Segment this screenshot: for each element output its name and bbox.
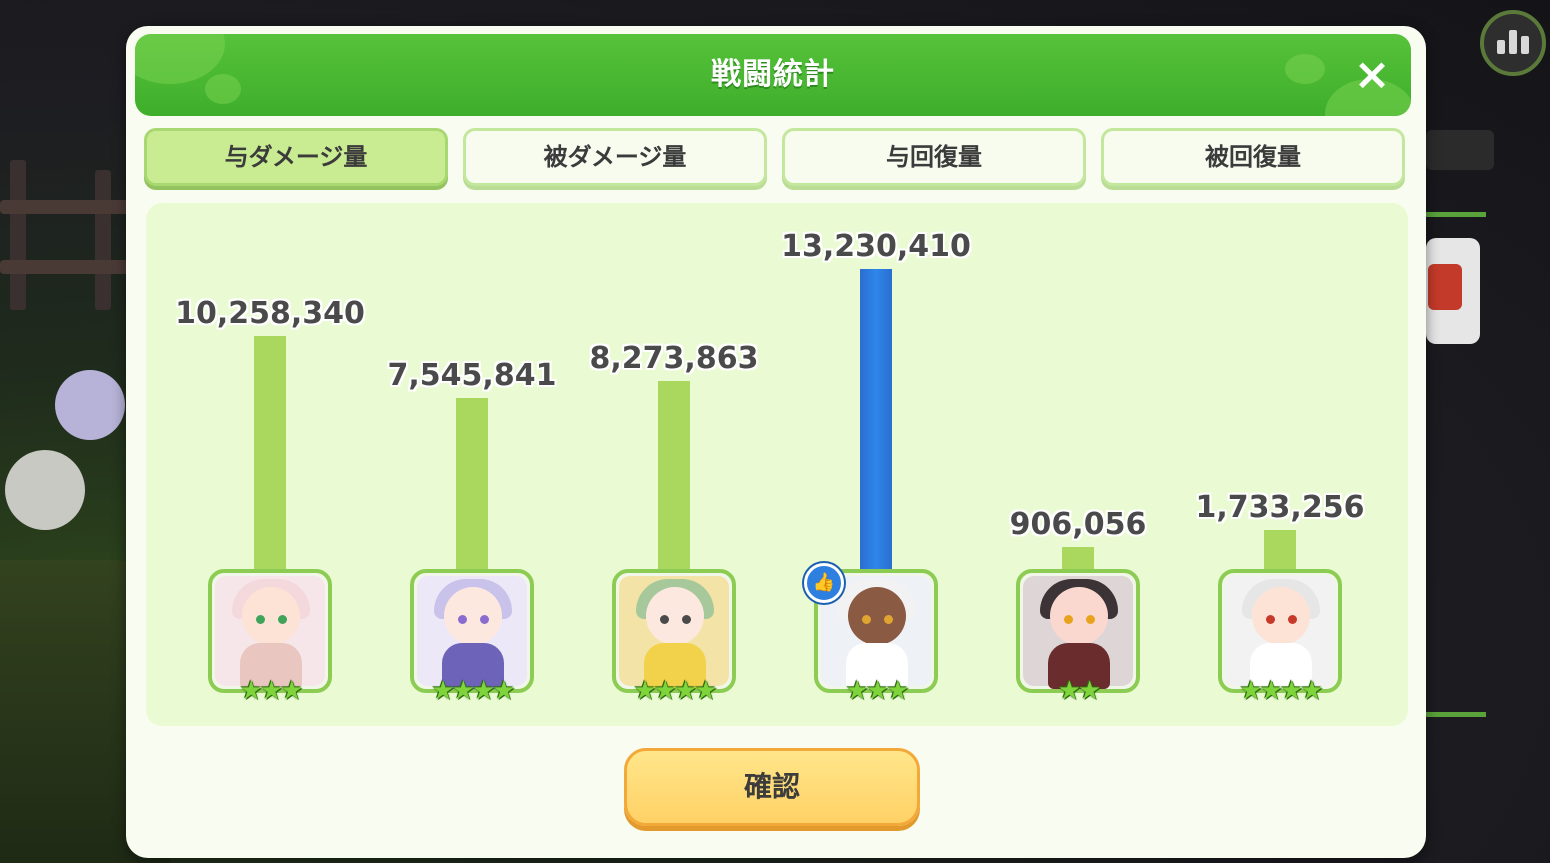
damage-bar	[658, 381, 690, 569]
background-card	[1426, 238, 1480, 344]
damage-bar-mvp	[860, 269, 892, 569]
character-portrait[interactable]	[410, 569, 534, 693]
thumbs-up-icon: 👍	[804, 563, 844, 603]
tab-damage-taken[interactable]: 被ダメージ量	[463, 128, 767, 186]
battle-stats-dialog: 戦闘統計 × 与ダメージ量 被ダメージ量 与回復量 被回復量 10,258,34…	[126, 26, 1426, 858]
damage-bar	[254, 336, 286, 569]
character-portrait[interactable]	[1218, 569, 1342, 693]
background-panel	[1426, 130, 1494, 170]
damage-chart: 10,258,340 ★★★ 7,545,841 ★★★★ 8,273,863 …	[146, 203, 1408, 726]
character-column: 8,273,863 ★★★★	[590, 203, 759, 726]
dialog-title: 戦闘統計	[711, 57, 835, 92]
stats-tabs: 与ダメージ量 被ダメージ量 与回復量 被回復量	[144, 128, 1408, 190]
tab-healing-received[interactable]: 被回復量	[1101, 128, 1405, 186]
character-column: 906,056 ★★	[1008, 203, 1148, 726]
star-rating: ★★★	[239, 676, 304, 706]
dialog-header: 戦闘統計 ×	[135, 34, 1411, 116]
damage-value: 10,258,340	[175, 296, 365, 331]
damage-value: 7,545,841	[387, 358, 557, 393]
background-line	[1426, 212, 1486, 217]
damage-value: 8,273,863	[589, 341, 759, 376]
character-portrait[interactable]	[1016, 569, 1140, 693]
damage-bar	[1062, 547, 1094, 569]
background-character	[5, 450, 85, 530]
background-fence	[0, 160, 135, 310]
character-column: 13,230,410 👍 ★★★	[781, 203, 971, 726]
close-icon[interactable]: ×	[1347, 50, 1397, 100]
star-rating: ★★★★	[633, 676, 717, 706]
character-column: 1,733,256 ★★★★	[1196, 203, 1365, 726]
star-rating: ★★★	[845, 676, 910, 706]
damage-value: 1,733,256	[1195, 490, 1365, 525]
damage-bar	[1264, 530, 1296, 569]
character-column: 10,258,340 ★★★	[175, 203, 365, 726]
character-portrait[interactable]	[208, 569, 332, 693]
star-rating: ★★★★	[1239, 676, 1323, 706]
character-portrait[interactable]	[612, 569, 736, 693]
background-character	[55, 370, 125, 440]
battle-stats-icon[interactable]	[1480, 10, 1546, 76]
background-line	[1426, 712, 1486, 717]
star-rating: ★★	[1057, 676, 1102, 706]
star-rating: ★★★★	[431, 676, 515, 706]
tab-damage-dealt[interactable]: 与ダメージ量	[144, 128, 448, 186]
damage-value: 906,056	[1009, 507, 1147, 542]
damage-bar	[456, 398, 488, 569]
tab-healing-done[interactable]: 与回復量	[782, 128, 1086, 186]
confirm-button[interactable]: 確認	[624, 748, 920, 826]
damage-value: 13,230,410	[781, 229, 971, 264]
character-column: 7,545,841 ★★★★	[388, 203, 557, 726]
